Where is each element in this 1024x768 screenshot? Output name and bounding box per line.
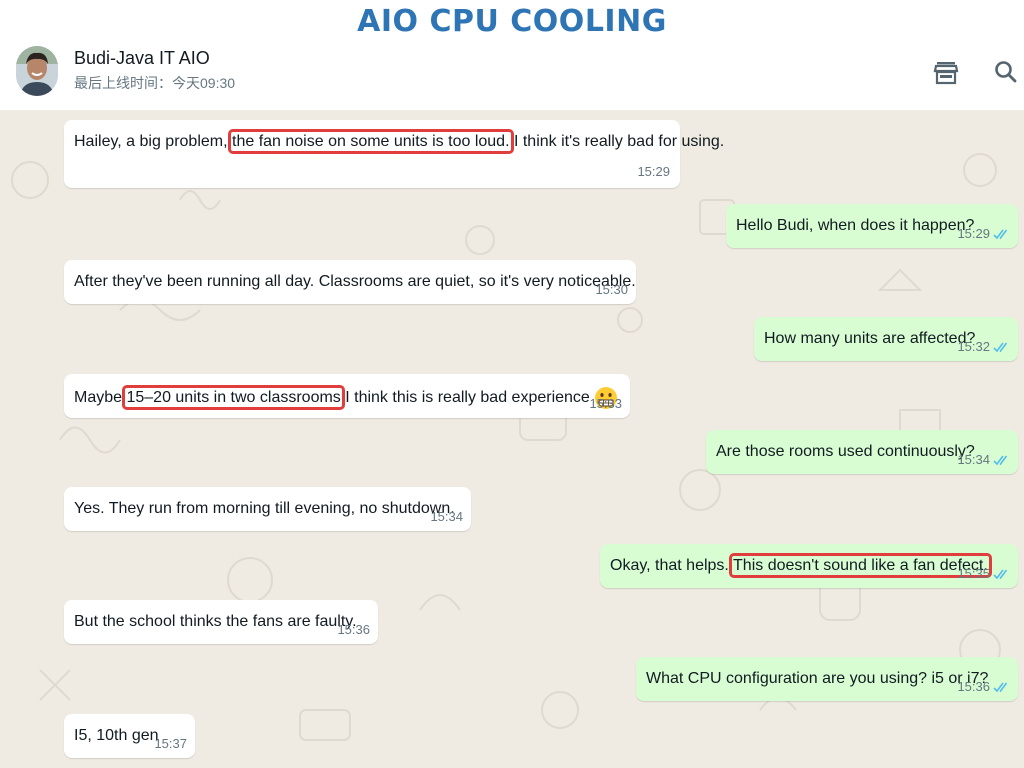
message-text-part: Okay, that helps. <box>610 557 734 574</box>
slide-title: AIO CPU COOLING <box>357 4 667 39</box>
message-timestamp: 15:35 <box>957 564 1010 584</box>
message-timestamp: 15:36 <box>957 677 1010 697</box>
message-text: How many units are affected? <box>764 329 975 349</box>
read-receipt-icon <box>993 455 1008 466</box>
chat-header: Budi-Java IT AIO 最后上线时间：今天09:30 <box>0 38 1024 110</box>
search-icon <box>995 61 1017 83</box>
incoming-message-bubble[interactable]: I5, 10th gen 15:37 <box>64 714 195 758</box>
message-text-part: I think it's really bad for using. <box>509 133 725 150</box>
read-receipt-icon <box>993 342 1008 353</box>
highlighted-phrase: This doesn't sound like a fan defect. <box>729 553 992 578</box>
message-text-part: I think this is really bad experience <box>340 389 590 407</box>
message-text: Yes. They run from morning till evening,… <box>74 499 455 519</box>
timestamp-text: 15:29 <box>637 164 670 179</box>
message-text-part: Are those rooms used continuously? <box>716 443 975 460</box>
read-receipt-icon <box>993 682 1008 693</box>
message-timestamp: 15:36 <box>337 620 370 640</box>
incoming-message-bubble[interactable]: Hailey, a big problem, the fan noise on … <box>64 120 724 188</box>
outgoing-message-bubble[interactable]: Okay, that helps. This doesn't sound lik… <box>600 544 1018 588</box>
message-text-part: What CPU configuration are you using? i5… <box>646 670 989 687</box>
message-text-part: How many units are affected? <box>764 330 976 347</box>
message-text: What CPU configuration are you using? i5… <box>646 669 988 689</box>
message-timestamp: 15:33 <box>589 394 622 414</box>
timestamp-text: 15:30 <box>595 282 628 297</box>
outgoing-message-bubble[interactable]: Are those rooms used continuously? 15:34 <box>706 430 1018 474</box>
message-text: After they've been running all day. Clas… <box>74 272 636 292</box>
timestamp-text: 15:36 <box>337 622 370 637</box>
contact-name[interactable]: Budi-Java IT AIO <box>74 48 210 69</box>
incoming-message-bubble[interactable]: After they've been running all day. Clas… <box>64 260 636 304</box>
highlighted-phrase: the fan noise on some units is too loud. <box>228 129 514 154</box>
read-receipt-icon <box>993 229 1008 240</box>
timestamp-text: 15:37 <box>154 736 187 751</box>
message-text: Hailey, a big problem, the fan noise on … <box>74 129 725 154</box>
message-text-part: Yes. They run from morning till evening,… <box>74 500 455 517</box>
message-text-part: Hailey, a big problem, <box>74 133 232 150</box>
timestamp-text: 15:35 <box>957 566 990 581</box>
storefront-button[interactable] <box>932 58 960 86</box>
timestamp-text: 15:33 <box>589 396 622 411</box>
timestamp-text: 15:34 <box>957 452 990 467</box>
timestamp-text: 15:29 <box>957 226 990 241</box>
incoming-message-bubble[interactable]: Yes. They run from morning till evening,… <box>64 487 471 531</box>
message-text-part: Hello Budi, when does it happen? <box>736 217 975 234</box>
avatar[interactable] <box>16 46 58 96</box>
person-photo-icon <box>16 46 58 96</box>
last-seen-status: 最后上线时间：今天09:30 <box>74 75 236 91</box>
message-timestamp: 15:37 <box>154 734 187 754</box>
highlighted-phrase: 15–20 units in two classrooms <box>122 385 345 411</box>
message-text: But the school thinks the fans are fault… <box>74 612 357 632</box>
timestamp-text: 15:34 <box>430 509 463 524</box>
read-receipt-icon <box>993 569 1008 580</box>
message-timestamp: 15:32 <box>957 337 1010 357</box>
message-text-part: I5, 10th gen <box>74 727 159 744</box>
message-text-part: After they've been running all day. Clas… <box>74 273 636 290</box>
storefront-icon <box>933 62 959 85</box>
message-text: Are those rooms used continuously? <box>716 442 975 462</box>
message-timestamp: 15:29 <box>957 224 1010 244</box>
message-text: Hello Budi, when does it happen? <box>736 216 974 236</box>
outgoing-message-bubble[interactable]: What CPU configuration are you using? i5… <box>636 657 1018 701</box>
chat-area[interactable]: Hailey, a big problem, the fan noise on … <box>0 110 1024 768</box>
search-button[interactable] <box>992 58 1020 86</box>
message-text: I5, 10th gen <box>74 726 159 746</box>
timestamp-text: 15:36 <box>957 679 990 694</box>
message-timestamp: 15:34 <box>957 450 1010 470</box>
outgoing-message-bubble[interactable]: Hello Budi, when does it happen? 15:29 <box>726 204 1018 248</box>
message-text: Okay, that helps. This doesn't sound lik… <box>610 553 992 578</box>
message-text-part: But the school thinks the fans are fault… <box>74 613 357 630</box>
outgoing-message-bubble[interactable]: How many units are affected? 15:32 <box>754 317 1018 361</box>
message-timestamp: 15:29 <box>637 162 670 182</box>
message-timestamp: 15:34 <box>430 507 463 527</box>
message-text: Maybe 15–20 units in two classrooms I th… <box>74 385 620 411</box>
message-timestamp: 15:30 <box>595 280 628 300</box>
timestamp-text: 15:32 <box>957 339 990 354</box>
incoming-message-bubble[interactable]: Maybe 15–20 units in two classrooms I th… <box>64 374 630 418</box>
incoming-message-bubble[interactable]: But the school thinks the fans are fault… <box>64 600 378 644</box>
message-text-part: Maybe <box>74 389 127 407</box>
